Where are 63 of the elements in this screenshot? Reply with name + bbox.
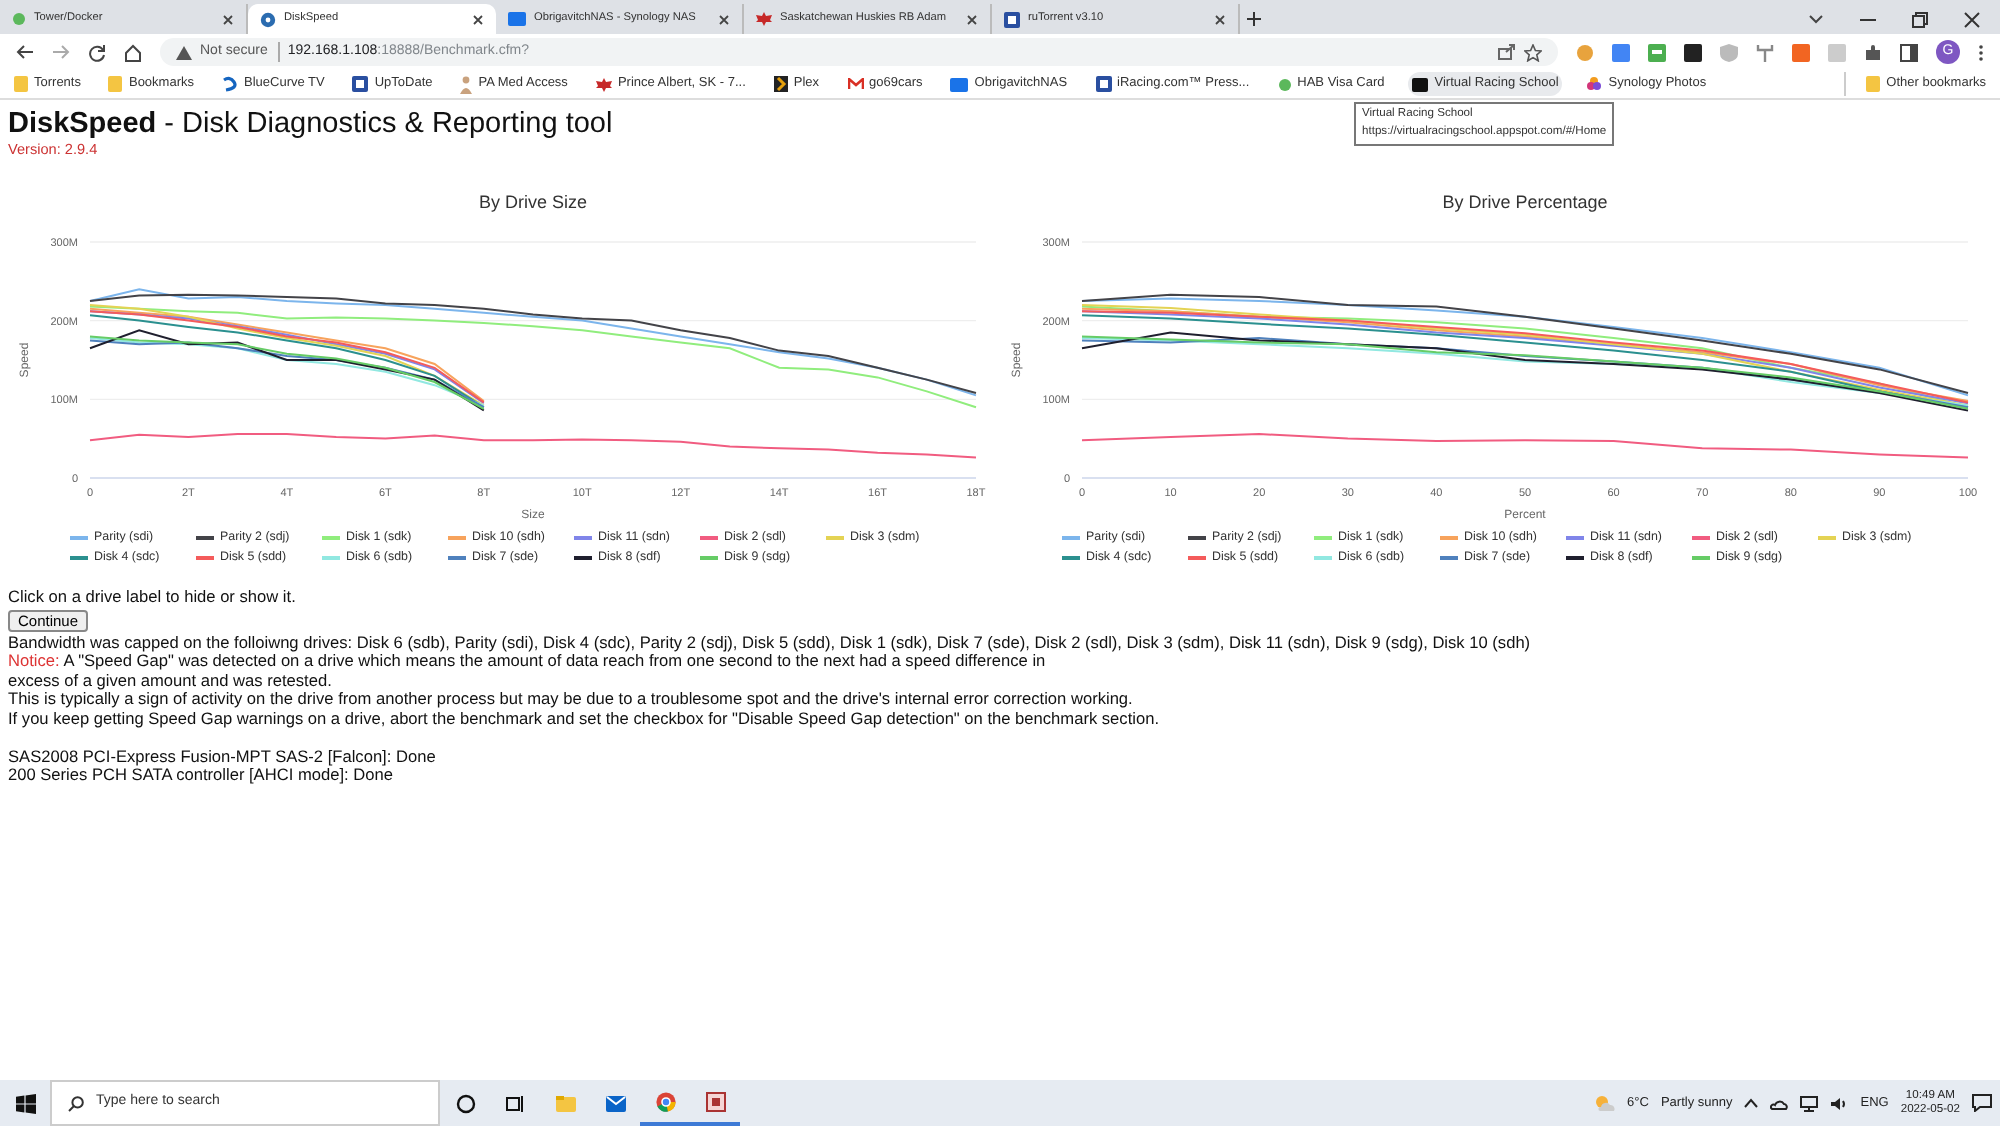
logo-square-icon <box>950 77 969 91</box>
menu-icon[interactable] <box>1978 43 1984 61</box>
notice-text: Notice: A "Speed Gap" was detected on a drive which means the amount of data reach from one second to the next had a speed difference in excess of a given amount and was retested. <box>8 652 1048 691</box>
warning-icon <box>176 45 192 59</box>
mail-icon <box>847 78 864 90</box>
line-series <box>89 433 977 459</box>
chart-title: By Drive Percentage <box>1442 192 1608 212</box>
flower-icon <box>1586 76 1603 92</box>
hint-text: Click on a drive label to hide or show it. <box>8 588 298 608</box>
person-icon <box>460 75 473 93</box>
leaf-icon <box>595 77 612 91</box>
dot-icon <box>12 12 26 26</box>
line-series <box>89 305 977 409</box>
share-icon[interactable] <box>1498 44 1516 60</box>
mail-icon[interactable] <box>605 1093 625 1113</box>
logo-square-icon <box>1095 76 1112 92</box>
cloud-icon[interactable] <box>1770 1097 1789 1109</box>
task-view-icon[interactable] <box>505 1093 525 1113</box>
chevron-up-icon[interactable] <box>1744 1098 1759 1108</box>
close-icon[interactable] <box>718 13 730 25</box>
chevron-logo-icon <box>773 76 788 92</box>
chevron-down-icon[interactable] <box>1808 14 1824 26</box>
close-icon[interactable] <box>472 13 484 25</box>
folder-icon <box>108 76 123 92</box>
close-icon[interactable] <box>966 13 978 25</box>
rss-icon[interactable] <box>1792 43 1810 61</box>
logo-square-icon <box>1004 11 1020 27</box>
line-series <box>1081 433 1969 459</box>
dot-icon <box>1277 77 1292 91</box>
network-icon[interactable] <box>1800 1095 1819 1111</box>
windows-icon[interactable] <box>15 1093 35 1113</box>
info-text: This is typically a sign of activity on the drive from another process but may be due to a troublesome spot and the drive's internal error correction working. <box>8 690 1135 710</box>
home-icon[interactable] <box>124 43 142 61</box>
bandwidth-note: Bandwidth was capped on the folloiwng drives: Disk 6 (sdb), Parity (sdi), Disk 4 (sdc), Parity 2 (sdj), Disk 5 (sdd), Disk 1 (sdk), Disk 7 (sde), Disk 2 (sdl), Disk 3 (sdm), Disk 11 (sdn), Disk 9 (sdg), Disk 10 (sdh) <box>8 633 1533 653</box>
disk-icon <box>260 11 276 27</box>
close-icon[interactable] <box>222 13 234 25</box>
restore-icon[interactable] <box>1912 12 1928 28</box>
search-icon <box>68 1095 84 1111</box>
page-title: DiskSpeed - Disk Diagnostics & Reporting tool <box>8 108 613 140</box>
minimize-icon[interactable] <box>1860 14 1876 26</box>
chart-title: By Drive Size <box>479 192 587 212</box>
logo-square-icon <box>352 76 369 92</box>
volume-icon[interactable] <box>1830 1095 1849 1111</box>
star-icon[interactable] <box>1524 43 1542 61</box>
close-icon[interactable] <box>1964 12 1980 28</box>
controller-status: 200 Series PCH SATA controller [AHCI mode]: Done <box>8 766 395 786</box>
chrome-icon[interactable] <box>655 1091 675 1111</box>
logo-icon <box>222 76 238 92</box>
info-text: If you keep getting Speed Gap warnings on a drive, abort the benchmark and set the checkbox for "Disable Speed Gap detection" on the benchmark section. <box>8 709 1161 730</box>
cortana-icon[interactable] <box>455 1093 475 1113</box>
logo-square-icon <box>1412 77 1429 91</box>
logo-square-icon <box>508 12 526 26</box>
puzzle-icon[interactable] <box>1864 43 1882 61</box>
controller-status: SAS2008 PCI-Express Fusion-MPT SAS-2 [Falcon]: Done <box>8 747 438 767</box>
folder-icon <box>14 76 28 92</box>
app-window-icon[interactable] <box>705 1091 725 1111</box>
leaf-icon <box>756 12 772 26</box>
reload-icon[interactable] <box>88 43 106 61</box>
close-icon[interactable] <box>1214 13 1226 25</box>
sidebar-icon[interactable] <box>1900 43 1918 61</box>
folder-icon <box>1866 76 1881 92</box>
notification-icon[interactable] <box>1972 1094 1992 1112</box>
back-icon[interactable] <box>16 44 34 60</box>
